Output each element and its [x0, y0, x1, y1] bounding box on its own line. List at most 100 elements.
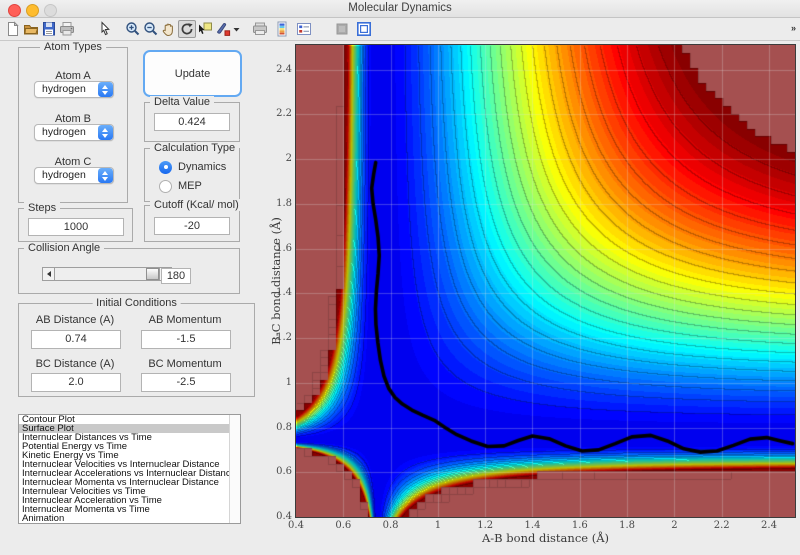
toolbar-overflow-icon[interactable]: »	[791, 23, 796, 33]
cutoff-field[interactable]: -20	[154, 217, 230, 235]
mep-radio[interactable]: MEP	[159, 179, 202, 193]
list-item[interactable]: Internuclear Acceleration vs Time	[19, 496, 240, 505]
zoom-out-icon	[144, 22, 158, 36]
rotate-3d-tool-button[interactable]	[178, 20, 196, 38]
y-tick-label: 0.8	[276, 421, 292, 433]
x-tick-label: 2.2	[713, 520, 730, 531]
bc-momentum-label: BC Momentum	[148, 358, 222, 370]
ab-distance-field[interactable]: 0.74	[31, 330, 121, 349]
y-tick-label: 1.2	[276, 332, 292, 344]
list-item[interactable]: Contour Plot	[19, 415, 240, 424]
radio-label: Dynamics	[178, 161, 227, 173]
atom-b-popup[interactable]: hydrogen	[34, 124, 114, 141]
panel-title: Initial Conditions	[92, 297, 181, 309]
atom-a-popup[interactable]: hydrogen	[34, 81, 114, 98]
steps-panel: Steps 1000	[18, 202, 133, 242]
dock-figure-button[interactable]	[355, 20, 373, 38]
panel-title: Steps	[24, 202, 61, 214]
slider-track[interactable]	[55, 267, 159, 281]
collision-angle-slider[interactable]	[42, 267, 172, 281]
atom-c-popup[interactable]: hydrogen	[34, 167, 114, 184]
hide-plot-tools-button[interactable]	[333, 20, 351, 38]
list-item[interactable]: Animation	[19, 514, 240, 523]
brush-tool-button[interactable]	[214, 20, 232, 38]
x-axis-label: A-B bond distance (Å)	[481, 531, 609, 545]
list-item[interactable]: Internuclear Accelerations vs Internucle…	[19, 469, 240, 478]
x-tick-label: 1.6	[571, 520, 588, 531]
y-tick-label: 2.4	[276, 63, 292, 75]
delta-value-field[interactable]: 0.424	[154, 113, 230, 131]
new-file-icon	[8, 21, 19, 36]
x-tick-label: 1.8	[619, 520, 636, 531]
new-file-button[interactable]	[4, 20, 22, 38]
popup-stepper-icon	[98, 82, 113, 97]
panel-title: Atom Types	[40, 41, 106, 53]
panel-title: Delta Value	[150, 96, 215, 108]
slider-left-arrow[interactable]	[42, 267, 55, 281]
open-file-icon	[24, 25, 39, 35]
save-button[interactable]	[40, 20, 58, 38]
list-item[interactable]: Internuclear Momenta vs Time	[19, 505, 240, 514]
link-plot-button[interactable]	[251, 20, 269, 38]
radio-icon	[159, 179, 172, 193]
panel-title: Cutoff (Kcal/ mol)	[150, 199, 243, 211]
collision-angle-panel: Collision Angle 180	[18, 242, 240, 294]
insert-legend-button[interactable]	[295, 20, 313, 38]
bc-momentum-field[interactable]: -2.5	[141, 373, 231, 392]
steps-field[interactable]: 1000	[28, 218, 124, 236]
save-icon	[43, 22, 55, 36]
delta-value-panel: Delta Value 0.424	[144, 96, 240, 142]
panel-title: Calculation Type	[150, 142, 240, 154]
list-item[interactable]: Surface Plot	[19, 424, 240, 433]
ab-momentum-field[interactable]: -1.5	[141, 330, 231, 349]
insert-legend-icon	[297, 23, 311, 35]
plot-type-listbox[interactable]: Contour Plot Surface Plot Internuclear D…	[18, 414, 241, 524]
pointer-icon	[101, 21, 110, 36]
data-cursor-tool-button[interactable]	[196, 20, 214, 38]
pan-icon	[162, 23, 173, 37]
popup-stepper-icon	[98, 125, 113, 140]
pointer-tool-button[interactable]	[96, 20, 114, 38]
initial-conditions-panel: Initial Conditions AB Distance (A) AB Mo…	[18, 297, 255, 397]
x-tick-label: 2	[671, 520, 678, 531]
listbox-scrollbar[interactable]	[229, 415, 240, 523]
radio-label: MEP	[178, 180, 202, 192]
print-button[interactable]	[58, 20, 76, 38]
slider-thumb[interactable]	[146, 268, 159, 280]
list-item[interactable]: Potential Energy vs Time	[19, 442, 240, 451]
x-tick-label: 0.8	[382, 520, 399, 531]
atom-c-value: hydrogen	[42, 169, 86, 181]
collision-angle-field[interactable]: 180	[161, 268, 191, 284]
brush-dropdown-button[interactable]	[232, 20, 241, 38]
list-item[interactable]: Kinetic Energy vs Time	[19, 451, 240, 460]
list-item[interactable]: Internuclear Velocities vs Internuclear …	[19, 460, 240, 469]
update-button[interactable]: Update	[143, 50, 242, 97]
y-tick-label: 1.4	[276, 287, 292, 299]
insert-colorbar-button[interactable]	[273, 20, 291, 38]
zoom-in-tool-button[interactable]	[124, 20, 142, 38]
window-title: Molecular Dynamics	[348, 2, 452, 14]
ab-distance-label: AB Distance (A)	[35, 314, 115, 326]
y-tick-label: 2.2	[276, 108, 292, 120]
list-item[interactable]: Internulear Velocities vs Time	[19, 487, 240, 496]
atom-b-value: hydrogen	[42, 126, 86, 138]
brush-icon	[216, 23, 231, 36]
x-tick-label: 1.4	[524, 520, 541, 531]
pes-plot-canvas[interactable]	[296, 45, 795, 517]
dynamics-radio[interactable]: Dynamics	[159, 160, 226, 174]
y-tick-label: 2	[285, 153, 292, 165]
pan-tool-button[interactable]	[160, 20, 178, 38]
molecular-dynamics-window: { "window": { "title": "Molecular Dynami…	[0, 0, 800, 555]
calculation-type-panel: Calculation Type Dynamics MEP	[144, 142, 240, 202]
bc-distance-field[interactable]: 2.0	[31, 373, 121, 392]
x-tick-label: 0.6	[335, 520, 352, 531]
atom-a-value: hydrogen	[42, 83, 86, 95]
open-file-button[interactable]	[22, 20, 40, 38]
zoom-out-tool-button[interactable]	[142, 20, 160, 38]
chevron-down-icon	[233, 27, 240, 31]
list-item[interactable]: Internuclear Distances vs Time	[19, 433, 240, 442]
x-tick-label: 1.2	[477, 520, 494, 531]
y-tick-label: 1	[285, 376, 292, 388]
list-item[interactable]: Internuclear Momenta vs Internuclear Dis…	[19, 478, 240, 487]
ab-momentum-label: AB Momentum	[148, 314, 222, 326]
